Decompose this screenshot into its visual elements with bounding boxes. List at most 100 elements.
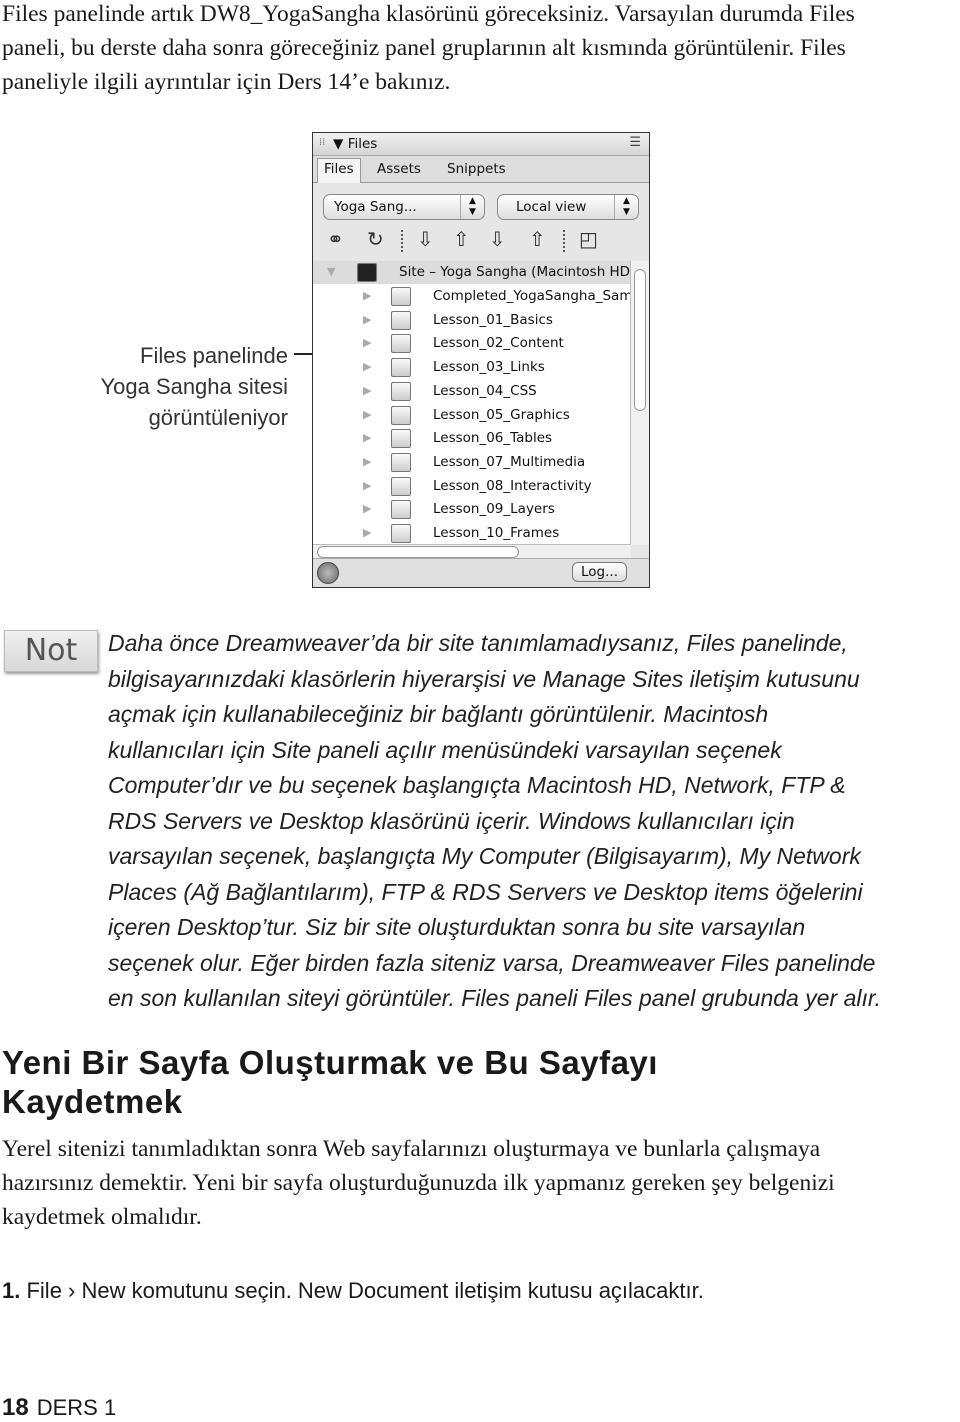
tree-folder-row[interactable]: ▶ Lesson_09_Layers xyxy=(313,498,631,521)
folder-icon xyxy=(391,452,411,472)
folder-name: Lesson_02_Content xyxy=(433,335,564,352)
horizontal-scrollbar[interactable] xyxy=(313,544,631,559)
tree-folder-row[interactable]: ▶ Lesson_10_Frames xyxy=(313,522,631,545)
toolbar-separator xyxy=(563,230,565,252)
panel-tabs: Files Assets Snippets xyxy=(313,156,649,183)
tree-folder-row[interactable]: ▶ Lesson_07_Multimedia xyxy=(313,451,631,474)
site-select[interactable]: Yoga Sang... ▲ ▼ xyxy=(323,194,485,220)
tree-folder-row[interactable]: ▶ Lesson_01_Basics xyxy=(313,309,631,332)
text-line: Files panelinde artık DW8_YogaSangha kla… xyxy=(2,1,855,27)
collapsed-triangle-icon[interactable]: ▶ xyxy=(363,479,371,492)
collapsed-triangle-icon[interactable]: ▶ xyxy=(363,455,371,468)
note-line: Daha önce Dreamweaver’da bir site tanıml… xyxy=(108,630,848,656)
tab-files[interactable]: Files xyxy=(317,158,361,183)
check-out-icon[interactable]: ⇩ xyxy=(489,227,506,251)
collapsed-triangle-icon[interactable]: ▶ xyxy=(363,313,371,326)
grip-icon[interactable]: ⁞⁞ xyxy=(319,137,325,148)
text-line: kaydetmek olmalıdır. xyxy=(2,1204,202,1230)
folder-icon xyxy=(391,524,411,543)
folder-name: Lesson_07_Multimedia xyxy=(433,453,586,470)
text-line: hazırsınız demektir. Yeni bir sayfa oluş… xyxy=(2,1170,835,1196)
tree-folder-row[interactable]: ▶ Lesson_05_Graphics xyxy=(313,404,631,427)
refresh-icon[interactable]: ↻ xyxy=(367,227,384,251)
get-icon[interactable]: ⇩ xyxy=(417,227,434,251)
note-line: en son kullanılan siteyi görüntüler. Fil… xyxy=(108,985,882,1011)
page-footer: 18 DERS 1 xyxy=(2,1394,116,1422)
collapsed-triangle-icon[interactable]: ▶ xyxy=(363,336,371,349)
view-select[interactable]: Local view ▲ ▼ xyxy=(497,194,639,220)
folder-icon xyxy=(391,381,411,401)
put-icon[interactable]: ⇧ xyxy=(453,227,470,251)
body-paragraph: Yerel sitenizi tanımladıktan sonra Web s… xyxy=(2,1132,960,1234)
folder-icon xyxy=(391,429,411,449)
tree-folder-row[interactable]: ▶ Lesson_08_Interactivity xyxy=(313,475,631,498)
folder-icon xyxy=(391,358,411,378)
collapsed-triangle-icon[interactable]: ▶ xyxy=(363,431,371,444)
note-badge: Not xyxy=(4,630,98,672)
help-icon[interactable] xyxy=(317,562,339,584)
panel-title-text: Files xyxy=(347,136,378,152)
text-line: paneliyle ilgili ayrıntılar için Ders 14… xyxy=(2,69,451,95)
folder-name: Lesson_05_Graphics xyxy=(433,406,570,423)
connect-icon[interactable]: ⚭ xyxy=(327,227,344,251)
text-line: paneli, bu derste daha sonra göreceğiniz… xyxy=(2,35,846,61)
note-line: seçenek olur. Eğer birden fazla siteniz … xyxy=(108,949,876,976)
folder-name: Lesson_04_CSS xyxy=(433,382,537,399)
collapsed-triangle-icon[interactable]: ▶ xyxy=(363,384,371,397)
folder-name: Lesson_03_Links xyxy=(433,359,545,376)
tree-folder-row[interactable]: ▶ Completed_YogaSangha_Sam xyxy=(313,285,631,308)
folder-name: Lesson_09_Layers xyxy=(433,501,555,518)
folder-icon xyxy=(391,476,411,496)
note-line: içeren Desktop’tur. Siz bir site oluştur… xyxy=(108,914,806,940)
view-select-value: Local view xyxy=(516,199,587,215)
note-line: varsayılan seçenek, başlangıçta My Compu… xyxy=(108,843,861,869)
collapsed-triangle-icon[interactable]: ▶ xyxy=(363,408,371,421)
updown-arrows-icon: ▲ ▼ xyxy=(614,195,638,219)
figure-caption: Files panelinde Yoga Sangha sitesi görün… xyxy=(60,340,288,433)
heading-line: Kaydetmek xyxy=(2,1083,183,1120)
options-menu-icon[interactable]: ☰ xyxy=(629,135,641,150)
collapsed-triangle-icon[interactable]: ▶ xyxy=(363,526,371,539)
expand-icon[interactable]: ◰ xyxy=(579,227,598,251)
panel-header[interactable]: ⁞⁞ ▼ Files ☰ xyxy=(313,133,649,156)
scroll-thumb[interactable] xyxy=(634,269,646,411)
caption-line: Yoga Sangha sitesi xyxy=(100,374,288,399)
collapsed-triangle-icon[interactable]: ▶ xyxy=(363,502,371,515)
note-line: bilgisayarınızdaki klasörlerin hiyerarşi… xyxy=(108,665,860,692)
tree-folder-row[interactable]: ▶ Lesson_02_Content xyxy=(313,332,631,355)
panel-title: ▼ Files xyxy=(333,136,378,152)
caption-line: Files panelinde xyxy=(140,343,288,368)
folder-name: Completed_YogaSangha_Sam xyxy=(433,288,631,304)
intro-paragraph: Files panelinde artık DW8_YogaSangha kla… xyxy=(2,0,960,99)
collapsed-triangle-icon[interactable]: ▶ xyxy=(363,289,371,302)
check-in-icon[interactable]: ⇧ xyxy=(529,227,546,251)
folder-name: Lesson_10_Frames xyxy=(433,525,560,541)
scroll-thumb[interactable] xyxy=(317,546,519,558)
expanded-triangle-icon[interactable]: ▼ xyxy=(327,265,335,278)
site-folder-icon xyxy=(357,263,377,282)
tree-root-site[interactable]: ▼ Site – Yoga Sangha (Macintosh HD xyxy=(313,261,631,284)
folder-icon xyxy=(391,405,411,425)
tab-snippets[interactable]: Snippets xyxy=(441,159,512,179)
collapsed-triangle-icon[interactable]: ▶ xyxy=(363,360,371,373)
tree-folder-row[interactable]: ▶ Lesson_06_Tables xyxy=(313,427,631,450)
folder-name: Lesson_06_Tables xyxy=(433,430,553,447)
text-line: Yerel sitenizi tanımladıktan sonra Web s… xyxy=(2,1136,821,1162)
page-number: 18 xyxy=(2,1394,29,1421)
folder-icon xyxy=(391,287,411,306)
folder-icon xyxy=(391,334,411,354)
tree-folder-row[interactable]: ▶ Lesson_04_CSS xyxy=(313,380,631,403)
tree-root-label: Site – Yoga Sangha (Macintosh HD xyxy=(399,264,631,280)
file-tree: ▼ Site – Yoga Sangha (Macintosh HD ▶ Comp… xyxy=(313,261,631,545)
step-number: 1. xyxy=(2,1278,21,1303)
tree-folder-row[interactable]: ▶ Lesson_03_Links xyxy=(313,356,631,379)
tab-assets[interactable]: Assets xyxy=(371,159,427,179)
vertical-scrollbar[interactable] xyxy=(630,261,649,545)
log-button[interactable]: Log... xyxy=(572,562,627,582)
note-line: açmak için kullanabileceğiniz bir bağlan… xyxy=(108,701,769,727)
section-heading: Yeni Bir Sayfa Oluşturmak ve Bu Sayfayı … xyxy=(2,1043,658,1121)
note-line: RDS Servers ve Desktop klasörünü içerir.… xyxy=(108,807,795,834)
step-1: 1. File › New komutunu seçin. New Docume… xyxy=(2,1276,704,1306)
note-line: kullanıcıları için Site paneli açılır me… xyxy=(108,736,782,763)
updown-arrows-icon: ▲ ▼ xyxy=(460,195,484,219)
